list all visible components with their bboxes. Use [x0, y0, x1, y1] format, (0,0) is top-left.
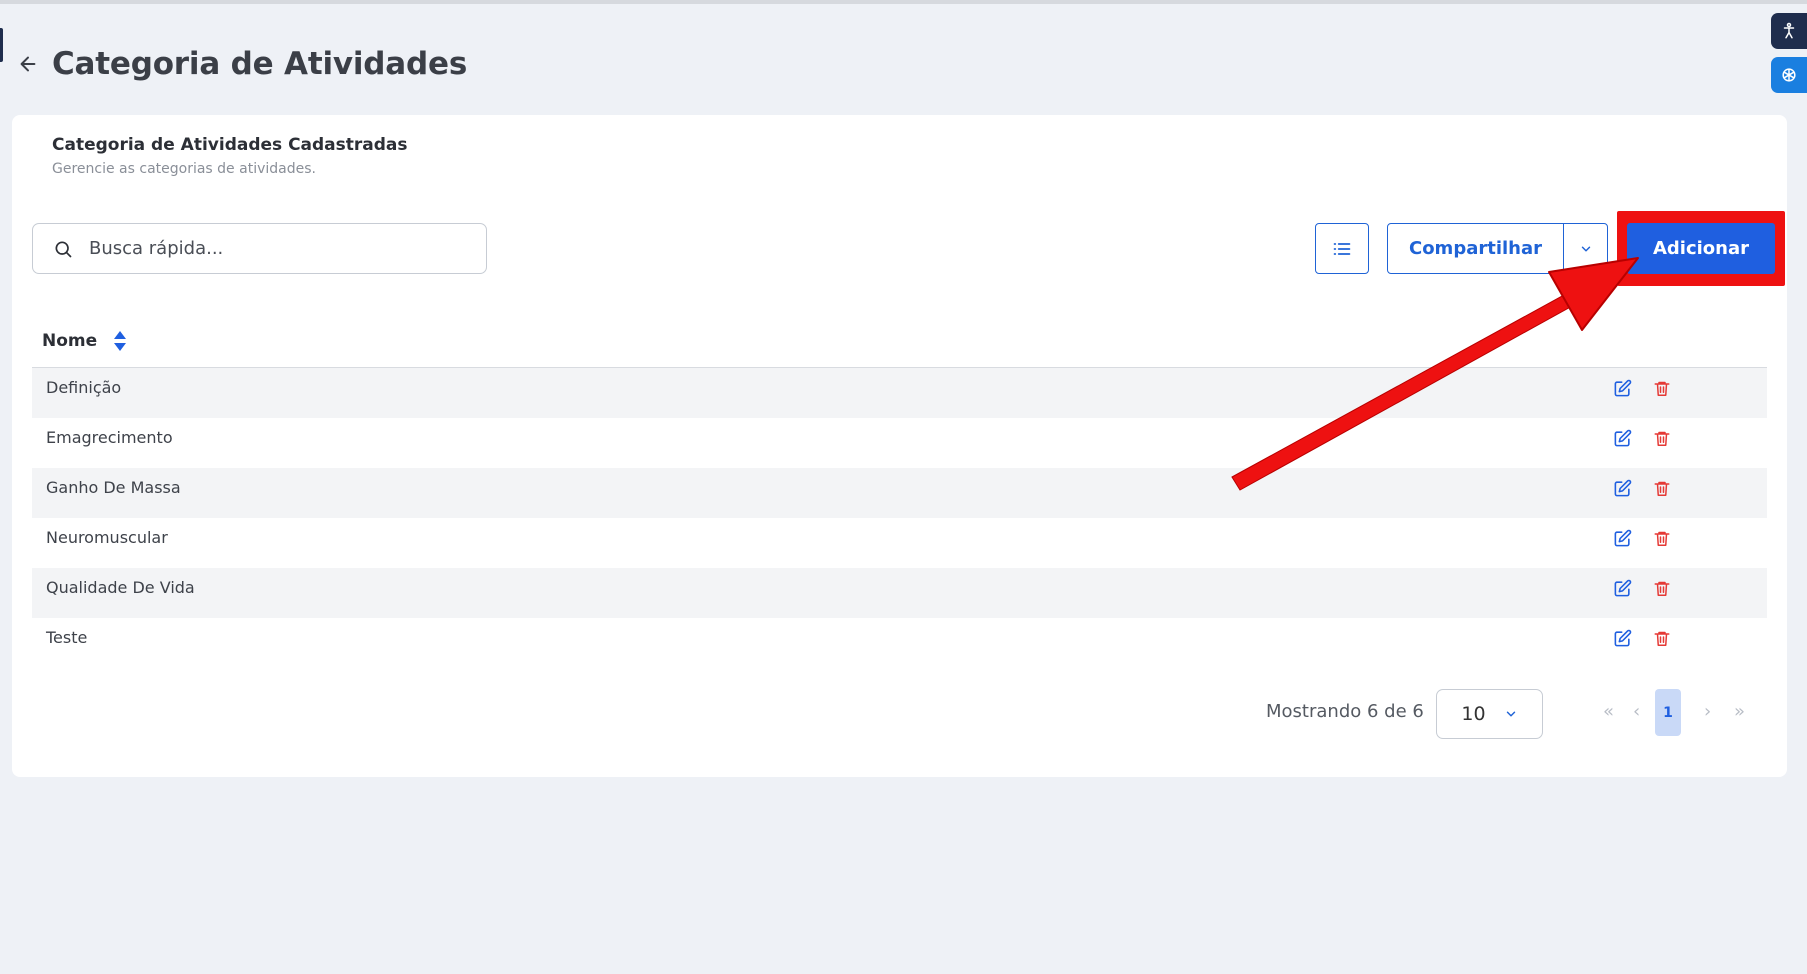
- chatgpt-button[interactable]: [1771, 57, 1807, 93]
- card-title: Categoria de Atividades Cadastradas: [52, 135, 408, 155]
- edit-icon: [1614, 379, 1631, 396]
- column-header-name: Nome: [42, 331, 98, 351]
- back-button[interactable]: [14, 50, 42, 78]
- table-row: Definição: [32, 368, 1767, 418]
- table-row: Ganho De Massa: [32, 468, 1767, 518]
- edit-button[interactable]: [1612, 528, 1632, 548]
- pagination: Mostrando 6 de 6 10 « ‹ 1 › »: [12, 689, 1787, 739]
- edit-icon: [1614, 479, 1631, 496]
- per-page-select[interactable]: 10: [1436, 689, 1543, 739]
- row-name: Teste: [46, 628, 88, 647]
- card-subtitle: Gerencie as categorias de atividades.: [52, 161, 316, 177]
- table-row: Teste: [32, 618, 1767, 668]
- table-row: Neuromuscular: [32, 518, 1767, 568]
- edit-icon: [1614, 529, 1631, 546]
- add-button[interactable]: Adicionar: [1627, 223, 1775, 274]
- edit-button[interactable]: [1612, 428, 1632, 448]
- table-row: Qualidade De Vida: [32, 568, 1767, 618]
- page-title: Categoria de Atividades: [52, 46, 468, 82]
- first-page-button[interactable]: «: [1603, 701, 1614, 722]
- search-input[interactable]: [89, 238, 429, 259]
- back-arrow-icon: [20, 56, 36, 72]
- categories-card: Categoria de Atividades Cadastradas Gere…: [12, 115, 1787, 777]
- top-divider: [0, 0, 1807, 4]
- delete-button[interactable]: [1652, 428, 1672, 448]
- delete-button[interactable]: [1652, 578, 1672, 598]
- row-actions: [1612, 578, 1672, 598]
- edit-button[interactable]: [1612, 378, 1632, 398]
- edit-button[interactable]: [1612, 478, 1632, 498]
- row-actions: [1612, 428, 1672, 448]
- left-edge-tab[interactable]: [0, 28, 3, 62]
- delete-button[interactable]: [1652, 478, 1672, 498]
- edit-icon: [1614, 629, 1631, 646]
- row-name: Ganho De Massa: [46, 478, 181, 497]
- search-icon: [55, 241, 72, 257]
- row-name: Qualidade De Vida: [46, 578, 195, 597]
- edit-icon: [1614, 429, 1631, 446]
- trash-icon: [1654, 531, 1670, 546]
- delete-button[interactable]: [1652, 528, 1672, 548]
- table-row: Emagrecimento: [32, 418, 1767, 468]
- chevron-down-icon: [1581, 246, 1590, 251]
- table-body: Definição Emagrecimento Ganho De Massa Neur…: [32, 368, 1767, 668]
- edit-icon: [1614, 579, 1631, 596]
- delete-button[interactable]: [1652, 628, 1672, 648]
- sort-icon: [114, 331, 127, 351]
- share-dropdown-toggle[interactable]: [1563, 224, 1607, 273]
- categories-table: Nome Definição Emagrecimento Ganho De Mass…: [32, 315, 1767, 668]
- sort-button[interactable]: [113, 330, 127, 352]
- row-name: Definição: [46, 378, 122, 397]
- list-view-button[interactable]: [1315, 223, 1369, 274]
- row-name: Emagrecimento: [46, 428, 173, 447]
- table-header: Nome: [32, 315, 1767, 368]
- row-actions: [1612, 628, 1672, 648]
- edit-button[interactable]: [1612, 628, 1632, 648]
- side-tools: [1771, 13, 1807, 93]
- accessibility-icon: [1783, 22, 1795, 39]
- search-box[interactable]: [32, 223, 487, 274]
- trash-icon: [1654, 581, 1670, 596]
- per-page-value: 10: [1461, 703, 1486, 725]
- trash-icon: [1654, 431, 1670, 446]
- trash-icon: [1654, 631, 1670, 646]
- trash-icon: [1654, 381, 1670, 396]
- page-header: Categoria de Atividades: [14, 46, 467, 82]
- delete-button[interactable]: [1652, 378, 1672, 398]
- next-page-button[interactable]: ›: [1704, 701, 1711, 722]
- chevron-down-icon: [1506, 711, 1515, 717]
- prev-page-button[interactable]: ‹: [1633, 701, 1640, 722]
- trash-icon: [1654, 481, 1670, 496]
- pagination-info: Mostrando 6 de 6: [1266, 701, 1424, 722]
- row-actions: [1612, 378, 1672, 398]
- last-page-button[interactable]: »: [1734, 701, 1745, 722]
- list-icon: [1333, 242, 1351, 255]
- edit-button[interactable]: [1612, 578, 1632, 598]
- page-button-current[interactable]: 1: [1655, 689, 1681, 736]
- chatgpt-icon: [1782, 68, 1796, 82]
- share-button-group: Compartilhar: [1387, 223, 1608, 274]
- row-actions: [1612, 528, 1672, 548]
- row-actions: [1612, 478, 1672, 498]
- row-name: Neuromuscular: [46, 528, 168, 547]
- share-button[interactable]: Compartilhar: [1388, 224, 1563, 273]
- accessibility-button[interactable]: [1771, 13, 1807, 49]
